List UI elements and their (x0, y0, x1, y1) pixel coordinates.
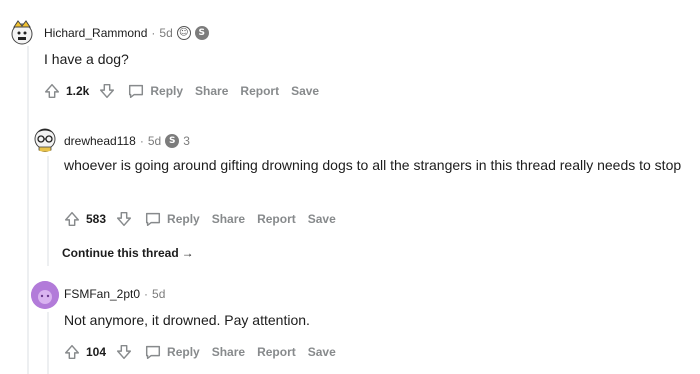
upvote-icon[interactable] (62, 342, 82, 362)
downvote-icon[interactable] (97, 81, 117, 101)
report-button[interactable]: Report (257, 345, 296, 359)
continue-thread-link[interactable]: Continue this thread → (62, 246, 194, 260)
username[interactable]: FSMFan_2pt0 (64, 287, 140, 301)
continue-thread-label: Continue this thread (62, 246, 179, 260)
comment-bubble-icon (146, 212, 161, 227)
username[interactable]: Hichard_Rammond (44, 26, 147, 40)
upvote-icon[interactable] (62, 209, 82, 229)
comment-actions: 583 Reply Share Report Save (62, 209, 336, 229)
vote-score: 1.2k (66, 84, 90, 98)
report-button[interactable]: Report (240, 84, 279, 98)
comment-meta: Hichard_Rammond · 5d ☺ S (44, 26, 209, 40)
comment-meta: drewhead118 · 5d S 3 (64, 134, 190, 148)
save-button[interactable]: Save (308, 212, 336, 226)
avatar[interactable] (31, 281, 59, 309)
comment-actions: 1.2k Reply Share Report Save (42, 81, 319, 101)
downvote-icon[interactable] (114, 209, 134, 229)
save-button[interactable]: Save (291, 84, 319, 98)
reply-label: Reply (167, 345, 200, 359)
thread-line[interactable] (27, 46, 29, 374)
save-button[interactable]: Save (308, 345, 336, 359)
downvote-icon[interactable] (114, 342, 134, 362)
share-button[interactable]: Share (212, 212, 245, 226)
comment-actions: 104 Reply Share Report Save (62, 342, 336, 362)
meta-separator: · (144, 287, 149, 301)
timestamp[interactable]: 5d (159, 26, 172, 40)
comment-bubble-icon (129, 84, 144, 99)
comment-body: I have a dog? (44, 51, 129, 67)
reply-button[interactable]: Reply (144, 343, 200, 361)
award-silver-icon[interactable]: S (165, 134, 180, 148)
award-silver-icon[interactable]: S (194, 26, 209, 40)
comment-meta: FSMFan_2pt0 · 5d (64, 287, 165, 301)
reply-label: Reply (167, 212, 200, 226)
share-button[interactable]: Share (195, 84, 228, 98)
vote-score: 104 (86, 345, 107, 359)
share-button[interactable]: Share (212, 345, 245, 359)
reply-label: Reply (150, 84, 184, 98)
upvote-icon[interactable] (42, 81, 62, 101)
reply-button[interactable]: Reply (127, 82, 183, 100)
comment-bubble-icon (146, 345, 161, 360)
meta-separator: · (139, 134, 144, 148)
arrow-right-icon: → (181, 246, 194, 260)
avatar[interactable] (31, 124, 59, 152)
thread-line[interactable] (47, 312, 49, 374)
username[interactable]: drewhead118 (64, 134, 136, 148)
timestamp[interactable]: 5d (148, 134, 161, 148)
award-count: 3 (183, 134, 190, 148)
avatar[interactable] (8, 18, 36, 46)
report-button[interactable]: Report (257, 212, 296, 226)
comment-body: whoever is going around gifting drowning… (64, 157, 682, 173)
thread-line[interactable] (47, 156, 49, 266)
timestamp[interactable]: 5d (152, 287, 165, 301)
award-icon[interactable]: ☺ (176, 26, 191, 40)
comment-body: Not anymore, it drowned. Pay attention. (64, 312, 310, 328)
meta-separator: · (151, 26, 156, 40)
reply-button[interactable]: Reply (144, 210, 200, 228)
vote-score: 583 (86, 212, 107, 226)
